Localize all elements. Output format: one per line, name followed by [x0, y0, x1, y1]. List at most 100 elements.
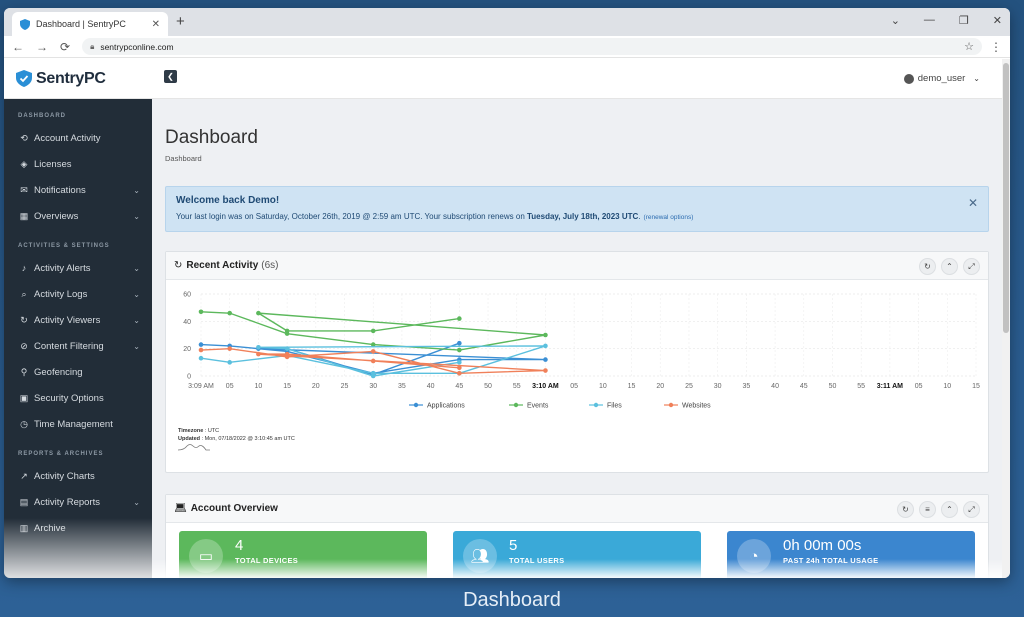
sidebar-item-label: Security Options — [34, 392, 104, 404]
y-tick-label: 60 — [183, 292, 191, 299]
sidebar-item-notifications[interactable]: ✉ Notifications ⌄ — [4, 177, 152, 203]
sidebar-item-label: Activity Logs — [34, 288, 88, 300]
sidebar-item-activity-alerts[interactable]: ♪ Activity Alerts ⌄ — [4, 255, 152, 281]
x-tick-label: 15 — [283, 383, 291, 390]
lock-icon[interactable]: 🔒︎ — [90, 42, 94, 52]
sidebar-item-account-activity[interactable]: ⟲ Account Activity — [4, 125, 152, 151]
sidebar-item-time-management[interactable]: ◷ Time Management — [4, 411, 152, 437]
refresh-icon: ↻ — [20, 314, 28, 325]
forward-icon[interactable]: → — [36, 40, 48, 54]
sentrypc-logo-icon — [16, 70, 32, 87]
sidebar-menu: DASHBOARD ⟲ Account Activity ◈ Licenses ✉ Noti… — [4, 99, 152, 541]
collapse-panel-icon[interactable]: ⌃ — [941, 258, 958, 275]
collapse-overview-icon[interactable]: ⌃ — [941, 501, 958, 518]
x-tick-label: 10 — [599, 383, 607, 390]
sidebar-item-label: Account Activity — [34, 132, 101, 144]
sidebar-section-heading: DASHBOARD — [18, 113, 66, 119]
legend-marker-files — [593, 402, 599, 408]
sidebar-item-label: Content Filtering — [34, 340, 104, 352]
renew-date: Tuesday, July 18th, 2023 UTC — [526, 212, 639, 221]
collapse-sidebar-button[interactable]: ❮ — [164, 70, 177, 83]
sidebar-item-activity-viewers[interactable]: ↻ Activity Viewers ⌄ — [4, 307, 152, 333]
y-tick-label: 0 — [187, 374, 191, 381]
x-tick-label: 25 — [685, 383, 693, 390]
laptop-header-icon: 💻︎ — [174, 503, 187, 514]
sidebar-item-geofencing[interactable]: ⚲ Geofencing — [4, 359, 152, 385]
tab-strip: Dashboard | SentryPC ✕ + ⌄ — ❐ ✕ — [4, 8, 1010, 36]
sidebar-fade — [4, 518, 152, 578]
x-tick-label: 25 — [341, 383, 349, 390]
close-window-icon[interactable]: ✕ — [993, 14, 1002, 27]
pin-icon: ⚲ — [20, 366, 28, 377]
sidebar-section-heading: REPORTS & ARCHIVES — [18, 451, 104, 457]
timezone-label: Timezone — [178, 428, 204, 434]
new-tab-icon[interactable]: + — [176, 13, 185, 30]
sidebar-item-label: Time Management — [34, 418, 113, 430]
legend-label-events: Events — [527, 403, 549, 410]
sidebar-item-label: Activity Viewers — [34, 314, 101, 326]
sidebar-item-activity-charts[interactable]: ↗ Activity Charts — [4, 463, 152, 489]
data-point-events — [543, 332, 548, 338]
sidebar-item-licenses[interactable]: ◈ Licenses — [4, 151, 152, 177]
sidebar-item-overviews[interactable]: ▦ Overviews ⌄ — [4, 203, 152, 229]
data-point-events — [457, 347, 462, 353]
reload-panel-icon[interactable]: ↻ — [919, 258, 936, 275]
stat-value: 0h 00m 00s — [783, 537, 862, 554]
logo[interactable]: SentryPC — [4, 59, 152, 99]
legend-label-files: Files — [607, 403, 622, 410]
url-field[interactable]: 🔒︎ sentrypconline.com ☆ — [82, 38, 982, 55]
data-point-files — [256, 345, 261, 350]
expand-panel-icon[interactable]: ⤢ — [963, 258, 980, 275]
list-overview-icon[interactable]: ≡ — [919, 501, 936, 518]
data-point-websites — [284, 351, 290, 357]
data-point-events — [370, 328, 376, 334]
data-point-applications — [543, 357, 548, 362]
recent-activity-interval: (6s) — [261, 260, 279, 271]
x-tick-label: 05 — [570, 383, 578, 390]
x-tick-label: 3:10 AM — [532, 383, 559, 390]
reload-overview-icon[interactable]: ↻ — [897, 501, 914, 518]
x-tick-label: 30 — [714, 383, 722, 390]
renewal-options-link[interactable]: (renewal options) — [644, 214, 694, 221]
bookmark-star-icon[interactable]: ☆ — [964, 40, 974, 53]
data-point-events — [198, 309, 204, 315]
content-fade — [152, 559, 1002, 578]
breadcrumb[interactable]: Dashboard — [165, 154, 202, 163]
x-tick-label: 40 — [771, 383, 779, 390]
back-icon[interactable]: ← — [12, 40, 24, 54]
sentrypc-shield-icon — [20, 18, 30, 30]
scrollbar-thumb[interactable] — [1003, 63, 1009, 333]
chart-icon: ↗ — [20, 470, 28, 481]
sidebar-item-content-filtering[interactable]: ⊘ Content Filtering ⌄ — [4, 333, 152, 359]
sidebar-item-activity-reports[interactable]: ▤ Activity Reports ⌄ — [4, 489, 152, 515]
top-bar: ❮ demo_user ⌄ — [152, 59, 1002, 99]
maximize-icon[interactable]: ❐ — [959, 14, 969, 27]
sidebar-item-label: Geofencing — [34, 366, 83, 378]
tab-search-icon[interactable]: ⌄ — [891, 14, 900, 27]
report-icon: ▤ — [19, 496, 29, 507]
browser-window: Dashboard | SentryPC ✕ + ⌄ — ❐ ✕ ← → ⟳ 🔒… — [4, 8, 1010, 578]
window-controls: ⌄ — ❐ ✕ — [891, 14, 1002, 27]
reload-icon[interactable]: ⟳ — [60, 40, 70, 54]
x-tick-label: 10 — [943, 383, 951, 390]
legend-marker-events — [513, 402, 519, 408]
browser-menu-icon[interactable]: ⋮ — [990, 40, 1002, 54]
data-point-websites — [256, 351, 261, 357]
close-tab-icon[interactable]: ✕ — [152, 19, 160, 30]
sparkline-icon — [177, 444, 210, 451]
scrollbar[interactable] — [1002, 59, 1010, 578]
username: demo_user — [917, 73, 966, 84]
history-icon: ⟲ — [20, 132, 28, 143]
expand-overview-icon[interactable]: ⤢ — [963, 501, 980, 518]
user-menu[interactable]: demo_user ⌄ — [903, 73, 980, 84]
browser-tab[interactable]: Dashboard | SentryPC ✕ — [12, 12, 168, 36]
caption: Dashboard — [463, 589, 561, 611]
lock-icon: ▣ — [19, 392, 29, 403]
sidebar-item-security-options[interactable]: ▣ Security Options — [4, 385, 152, 411]
close-alert-icon[interactable]: ✕ — [968, 196, 978, 210]
x-tick-label: 50 — [484, 383, 492, 390]
x-tick-label: 35 — [742, 383, 750, 390]
data-point-events — [227, 310, 233, 316]
sidebar-item-activity-logs[interactable]: ⌕ Activity Logs ⌄ — [4, 281, 152, 307]
minimize-icon[interactable]: — — [924, 14, 935, 27]
